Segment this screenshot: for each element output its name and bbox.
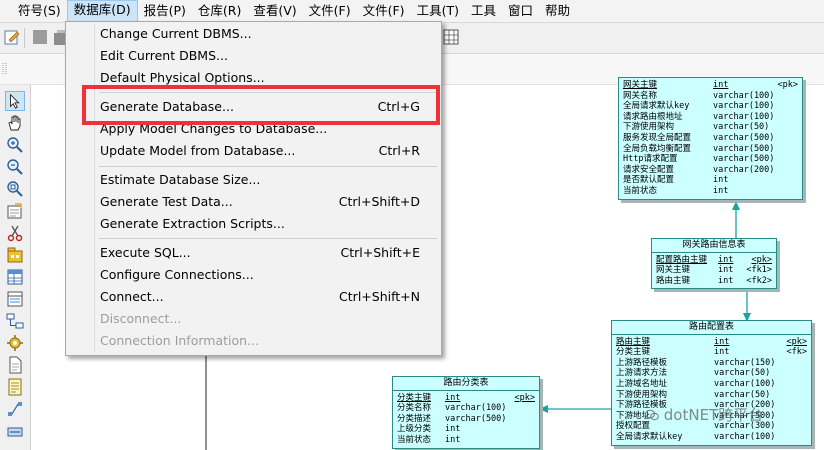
table-row: 分类名称 varchar(100)	[397, 403, 507, 414]
table-row: 是否默认配置 int	[623, 175, 729, 186]
zoom-in-icon[interactable]	[5, 135, 25, 155]
table-row: 请求路由根地址 varchar(100)	[623, 111, 775, 122]
table-title: 网关路由信息表	[652, 239, 776, 253]
grid-icon[interactable]	[441, 27, 461, 47]
table-row: 请求安全配置 varchar(200)	[623, 164, 775, 175]
menu-symbol[interactable]: 符号(S)	[0, 1, 67, 21]
table-row: 上级分类 int	[397, 424, 461, 435]
menu-item-connection-information: Connection Information...	[100, 333, 259, 348]
grey-square-icon[interactable]	[30, 27, 50, 47]
table-row: 全局请求默认key varchar(100)	[623, 101, 775, 112]
menu-item-update-model-from-database[interactable]: Update Model from Database... Ctrl+R	[67, 140, 440, 162]
menu-help[interactable]: 帮助	[539, 1, 576, 21]
table-icon[interactable]	[5, 267, 25, 287]
link-icon[interactable]	[5, 399, 25, 419]
table-gateway-route[interactable]: 网关路由信息表 配置路由主键 int <pk> 网关主键 int <fk1> 路由主键 i…	[651, 238, 777, 290]
table-title: 路由配置表	[612, 321, 811, 335]
table-row: Http请求配置 varchar(500)	[623, 154, 775, 165]
database-menu-dropdown: Change Current DBMS... Edit Current DBMS…	[65, 21, 442, 356]
scissors-icon[interactable]	[5, 223, 25, 243]
properties-icon[interactable]	[5, 201, 25, 221]
menu-item-generate-test-data[interactable]: Generate Test Data... Ctrl+Shift+D	[67, 191, 440, 213]
table-row: 路由主键 int <fk2>	[656, 275, 772, 286]
toolbar-separator	[24, 28, 25, 48]
reference-icon[interactable]	[5, 311, 25, 331]
menu-item-configure-connections[interactable]: Configure Connections...	[67, 264, 440, 286]
zoom-out-icon[interactable]	[5, 157, 25, 177]
package-icon[interactable]	[5, 245, 25, 265]
table-row: 当前状态 int	[397, 434, 461, 445]
menu-item-connect[interactable]: Connect... Ctrl+Shift+N	[67, 286, 440, 308]
menu-separator	[99, 238, 437, 239]
table-row: 上游请求方法 varchar(50)	[616, 368, 771, 379]
file-icon[interactable]	[5, 355, 25, 375]
highlight-box	[82, 85, 440, 125]
watermark: dotNET跨平台	[645, 404, 763, 425]
table-row: 路由主键 int <pk>	[616, 336, 807, 347]
reference-arrow-up	[732, 201, 740, 210]
table-row: 下游使用架构 varchar(50)	[616, 389, 771, 400]
menu-item-execute-sql[interactable]: Execute SQL... Ctrl+Shift+E	[67, 242, 440, 264]
zoom-fit-icon[interactable]	[5, 179, 25, 199]
menu-bar: 符号(S) 数据库(D) 报告(P) 仓库(R) 查看(V) 文件(F) 文件(…	[0, 0, 824, 23]
menu-item-estimate-database-size[interactable]: Estimate Database Size...	[67, 169, 440, 191]
table-row: 网关名称 varchar(100)	[623, 90, 775, 101]
hand-icon[interactable]	[5, 113, 25, 133]
menu-item-edit-current-dbms[interactable]: Edit Current DBMS...	[67, 45, 440, 67]
menu-repository[interactable]: 仓库(R)	[192, 1, 247, 21]
menu-file-2[interactable]: 文件(F)	[357, 1, 411, 21]
table-route-category[interactable]: 路由分类表 分类主键 int <pk> 分类名称 varchar(100) 分类描述 v…	[392, 376, 540, 449]
edit-icon[interactable]	[2, 27, 22, 47]
line-style-icon[interactable]	[5, 421, 25, 441]
table-title: 路由分类表	[393, 377, 539, 391]
tool-palette	[0, 85, 31, 450]
table-row: 上游域名地址 varchar(100)	[616, 378, 776, 389]
procedure-icon[interactable]	[5, 333, 25, 353]
table-row: 网关主键 int <pk>	[623, 80, 798, 90]
menu-item-generate-extraction-scripts[interactable]: Generate Extraction Scripts...	[67, 213, 440, 235]
menu-database[interactable]: 数据库(D)	[66, 0, 138, 22]
table-row: 配置路由主键 int <pk>	[656, 254, 772, 265]
table-row: 服务发现全局配置 varchar(500)	[623, 132, 775, 143]
text-note-icon[interactable]	[5, 377, 25, 397]
menu-separator	[99, 166, 437, 167]
table-body: 网关主键 int <pk> 网关名称 varchar(100) 全局请求默认key va…	[619, 78, 802, 199]
watermark-text: dotNET跨平台	[663, 406, 764, 424]
menu-item-change-current-dbms[interactable]: Change Current DBMS...	[67, 23, 440, 45]
reference-arrow-left	[539, 405, 548, 413]
table-row: 上游路径模板 varchar(150)	[616, 357, 776, 368]
table-row: 分类描述 varchar(500)	[397, 413, 507, 424]
menu-item-disconnect: Disconnect...	[100, 311, 182, 326]
table-row: 分类主键 int <pk>	[397, 392, 535, 403]
menu-view[interactable]: 查看(V)	[247, 1, 302, 21]
menu-file-1[interactable]: 文件(F)	[303, 1, 357, 21]
pointer-icon[interactable]	[5, 91, 25, 111]
view-icon[interactable]	[5, 289, 25, 309]
table-row: 分类主键 int <fk>	[616, 347, 807, 358]
table-row: 全局负载均衡配置 varchar(500)	[623, 143, 775, 154]
table-body: 分类主键 int <pk> 分类名称 varchar(100) 分类描述 varchar…	[393, 391, 539, 448]
table-row: 下游使用架构 varchar(50)	[623, 122, 770, 133]
table-body: 配置路由主键 int <pk> 网关主键 int <fk1> 路由主键 int <fk2>	[652, 253, 776, 289]
menu-report[interactable]: 报告(P)	[138, 1, 192, 21]
wechat-icon	[645, 409, 659, 421]
table-gateway[interactable]: 网关主键 int <pk> 网关名称 varchar(100) 全局请求默认key va…	[618, 77, 803, 200]
grip-icon[interactable]	[2, 62, 8, 76]
table-body: 路由主键 int <pk> 分类主键 int <fk> 上游路径模板 varchar(15…	[612, 335, 811, 445]
table-row: 全局请求默认key varchar(100)	[616, 431, 776, 442]
table-row: 当前状态 int	[623, 185, 729, 196]
table-row: 网关主键 int <fk1>	[656, 265, 772, 276]
table-route-config[interactable]: 路由配置表 路由主键 int <pk> 分类主键 int <fk> 上游路径模板 varc…	[611, 320, 812, 446]
menu-window[interactable]: 窗口	[502, 1, 539, 21]
menu-tools-2[interactable]: 工具	[465, 1, 502, 21]
menu-tools-1[interactable]: 工具(T)	[411, 1, 465, 21]
